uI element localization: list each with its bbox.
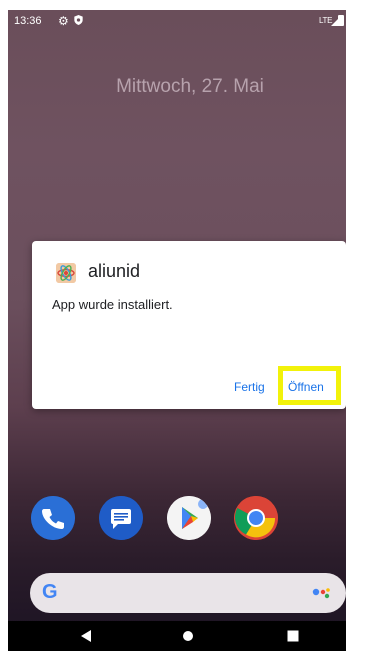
chrome-app-icon[interactable] bbox=[234, 496, 278, 540]
home-icon[interactable] bbox=[168, 621, 208, 651]
gear-icon: ⚙ bbox=[58, 14, 69, 28]
status-time: 13:36 bbox=[14, 15, 42, 27]
phone-app-icon[interactable] bbox=[31, 496, 75, 540]
open-button[interactable]: Öffnen bbox=[288, 380, 324, 394]
play-store-app-icon[interactable] bbox=[167, 496, 211, 540]
app-icon bbox=[56, 263, 76, 283]
battery-icon bbox=[338, 15, 344, 26]
navigation-bar bbox=[8, 621, 346, 651]
install-message: App wurde installiert. bbox=[52, 297, 173, 312]
google-search-bar[interactable]: G bbox=[30, 573, 346, 613]
phone-screen: 13:36 ⚙ LTE Mittwoch, 27. Mai aliunid Ap… bbox=[8, 10, 346, 651]
lockscreen-date: Mittwoch, 27. Mai bbox=[116, 76, 264, 97]
status-bar: 13:36 ⚙ LTE bbox=[8, 10, 346, 32]
install-complete-dialog: aliunid App wurde installiert. Fertig Öf… bbox=[32, 241, 346, 409]
assistant-mic-icon[interactable] bbox=[312, 586, 332, 600]
back-icon[interactable] bbox=[66, 621, 106, 651]
shield-icon bbox=[74, 15, 83, 25]
done-button[interactable]: Fertig bbox=[234, 380, 265, 394]
google-logo: G bbox=[42, 581, 58, 603]
recents-icon[interactable] bbox=[273, 621, 313, 651]
messages-app-icon[interactable] bbox=[99, 496, 143, 540]
app-name: aliunid bbox=[88, 261, 141, 281]
